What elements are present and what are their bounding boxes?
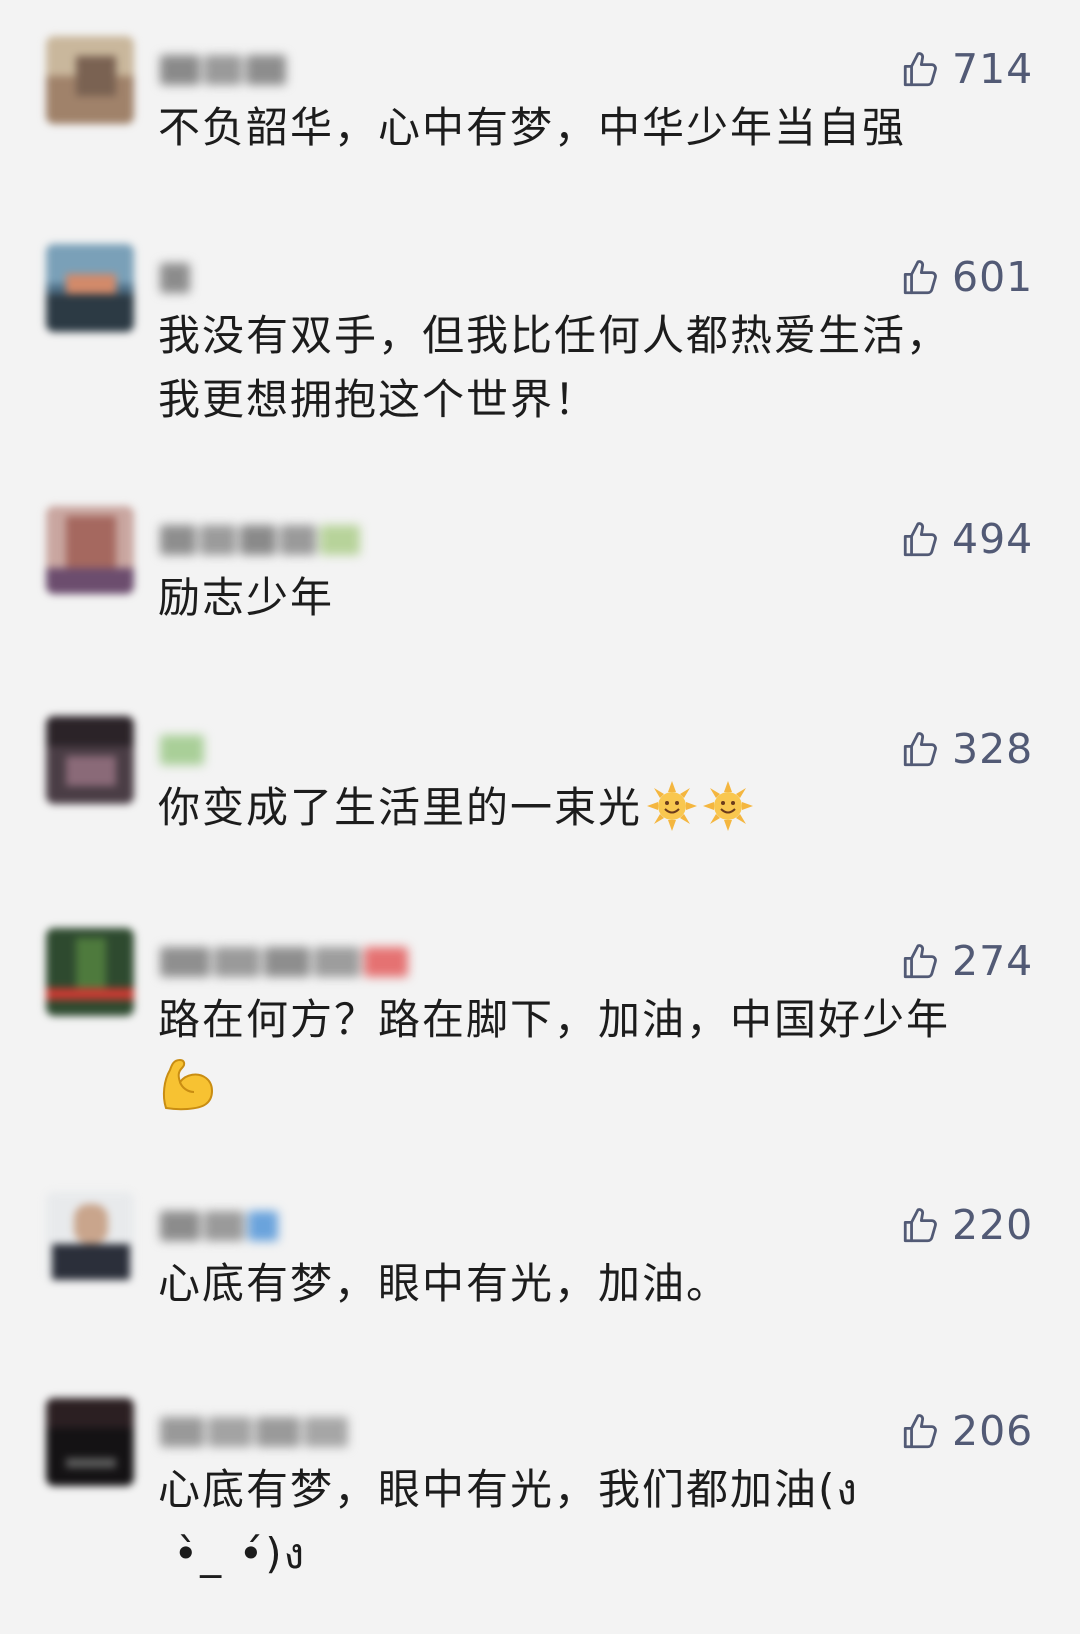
flexed-biceps-emoji	[162, 1058, 213, 1111]
username[interactable]	[160, 1414, 348, 1450]
comment-text: 心底有梦，眼中有光，加油。	[158, 1259, 731, 1308]
like-count: 494	[952, 515, 1034, 563]
like-button[interactable]: 328	[900, 724, 1033, 774]
sun-emoji	[647, 781, 698, 831]
like-button[interactable]: 494	[900, 514, 1033, 564]
like-count: 220	[952, 1201, 1034, 1249]
like-button[interactable]: 220	[900, 1200, 1033, 1250]
username[interactable]	[160, 1208, 278, 1244]
comment-text-content: 你变成了生活里的一束光	[158, 783, 643, 832]
avatar[interactable]	[46, 928, 134, 1016]
comment-text: 心底有梦，眼中有光，我们都加油(ง •̀_ •́)ง	[158, 1465, 859, 1578]
like-button[interactable]: 601	[900, 252, 1033, 302]
avatar[interactable]	[46, 506, 134, 594]
thumbs-up-icon	[903, 260, 937, 295]
username[interactable]	[160, 944, 408, 980]
thumbs-up-icon	[903, 944, 937, 979]
like-count: 714	[952, 45, 1034, 93]
comment-text: 路在何方？路在脚下，加油，中国好少年	[158, 988, 1018, 1118]
like-count: 274	[952, 937, 1034, 985]
avatar[interactable]	[46, 1192, 134, 1280]
like-count: 328	[952, 725, 1034, 773]
username[interactable]	[160, 522, 360, 558]
comment-text: 你变成了生活里的一束光	[158, 776, 1018, 840]
avatar[interactable]	[46, 716, 134, 804]
thumbs-up-icon	[903, 732, 937, 767]
avatar[interactable]	[46, 1398, 134, 1486]
avatar[interactable]	[46, 244, 134, 332]
username[interactable]	[160, 260, 190, 296]
like-button[interactable]: 206	[900, 1406, 1033, 1456]
thumbs-up-icon	[903, 1208, 937, 1243]
like-button[interactable]: 274	[900, 936, 1033, 986]
like-button[interactable]: 714	[900, 44, 1033, 94]
sun-emoji	[703, 781, 754, 831]
comment-text-content: 路在何方？路在脚下，加油，中国好少年	[158, 995, 951, 1044]
like-count: 206	[952, 1407, 1034, 1455]
comment-text: 不负韶华，心中有梦，中华少年当自强	[158, 103, 907, 152]
thumbs-up-icon	[903, 52, 937, 87]
avatar[interactable]	[46, 36, 134, 124]
comment-text: 我没有双手，但我比任何人都热爱生活， 我更想拥抱这个世界！	[158, 311, 951, 424]
comment-text: 励志少年	[158, 573, 335, 622]
username[interactable]	[160, 52, 286, 88]
thumbs-up-icon	[903, 1414, 937, 1449]
thumbs-up-icon	[903, 522, 937, 557]
like-count: 601	[952, 253, 1034, 301]
username[interactable]	[160, 732, 204, 768]
